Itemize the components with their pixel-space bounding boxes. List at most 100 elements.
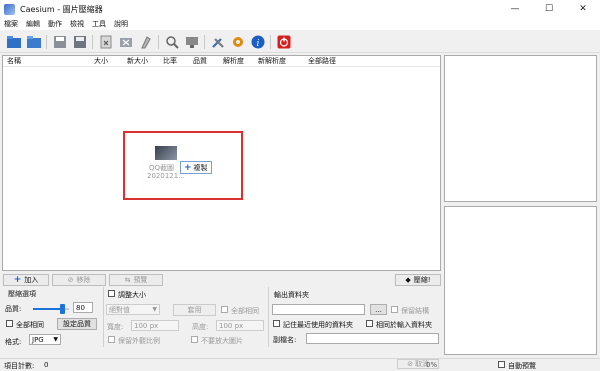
- set-quality-button[interactable]: 設定品質: [57, 318, 97, 330]
- remove-button-label: 移除: [76, 275, 91, 284]
- quality-label: 品質:: [5, 305, 22, 313]
- maximize-button[interactable]: ☐: [532, 0, 566, 18]
- resize-same-all-label: 全部相同: [231, 307, 259, 315]
- file-list[interactable]: 名稱 大小 新大小 比率 品質 解析度 新解析度 全部路徑 QQ截圖 20201…: [2, 55, 441, 271]
- column-name[interactable]: 名稱: [3, 56, 90, 66]
- resize-mode-value: 絕對值: [109, 305, 130, 314]
- settings-gear-icon[interactable]: [230, 34, 246, 50]
- status-bar: 項目計數: 0 ⊘ 取消 0% 自動預覽: [0, 358, 600, 371]
- compress-icon: ◆: [405, 275, 411, 284]
- same-as-input-checkbox[interactable]: [366, 320, 373, 327]
- close-button[interactable]: ✕: [566, 0, 600, 18]
- search-icon[interactable]: [164, 34, 180, 50]
- suffix-label: 副檔名:: [273, 336, 297, 344]
- quality-slider[interactable]: [33, 304, 69, 314]
- menu-help[interactable]: 說明: [114, 19, 128, 29]
- menu-view[interactable]: 檢視: [70, 19, 84, 29]
- add-icon: +: [13, 274, 22, 285]
- progress-text: 0%: [426, 361, 438, 369]
- divider: [268, 287, 269, 347]
- quality-slider-fill: [33, 308, 62, 310]
- suffix-input[interactable]: [306, 333, 439, 344]
- preview-button[interactable]: ⇆ 預覽: [109, 273, 163, 286]
- title-bar: Caesium - 圖片壓縮器 — ☐ ✕: [0, 0, 600, 18]
- action-bar: + 加入 ⊘ 移除 ⇆ 預覽 ◆ 壓縮!: [0, 273, 443, 286]
- height-label: 高度:: [192, 323, 209, 331]
- list-header: 名稱 大小 新大小 比率 品質 解析度 新解析度 全部路徑: [3, 56, 440, 67]
- column-new-resolution[interactable]: 新解析度: [254, 56, 304, 66]
- window-title: Caesium - 圖片壓縮器: [20, 4, 103, 14]
- preview-button-label: 預覽: [133, 275, 148, 284]
- no-enlarge-checkbox[interactable]: [191, 336, 198, 343]
- quality-same-all-checkbox[interactable]: [6, 320, 13, 327]
- keep-structure-checkbox[interactable]: [391, 306, 398, 313]
- quality-input[interactable]: 80: [73, 302, 93, 313]
- toolbar-separator: [204, 34, 205, 49]
- format-value: JPG: [32, 335, 44, 344]
- divider: [103, 287, 104, 347]
- clean-icon[interactable]: [138, 34, 154, 50]
- tools-icon[interactable]: [210, 34, 226, 50]
- drag-highlight-box: QQ截圖 2020121... + 複製: [123, 131, 243, 200]
- width-input[interactable]: 100 px: [131, 320, 179, 331]
- minimize-button[interactable]: —: [498, 0, 532, 18]
- clear-list-icon[interactable]: [118, 34, 134, 50]
- toolbar: i: [0, 31, 600, 53]
- window-controls: — ☐ ✕: [498, 0, 600, 18]
- compress-button[interactable]: ◆ 壓縮!: [395, 273, 441, 286]
- cancel-icon: ⊘: [407, 360, 413, 368]
- column-new-size[interactable]: 新大小: [123, 56, 159, 66]
- app-icon: [4, 3, 15, 15]
- column-size[interactable]: 大小: [90, 56, 123, 66]
- open-folder-icon[interactable]: [26, 34, 42, 50]
- output-path-input[interactable]: [272, 304, 365, 315]
- column-resolution[interactable]: 解析度: [219, 56, 254, 66]
- height-input[interactable]: 100 px: [216, 320, 264, 331]
- keep-ratio-checkbox[interactable]: [108, 336, 115, 343]
- resize-checkbox-label: 調整大小: [118, 291, 146, 299]
- item-count-label: 項目計數:: [4, 362, 35, 370]
- chevron-down-icon: ▼: [152, 306, 157, 313]
- resize-checkbox[interactable]: [108, 290, 115, 297]
- save-icon[interactable]: [52, 34, 68, 50]
- auto-preview-label: 自動預覽: [508, 362, 536, 370]
- menu-bar: 檔案 編輯 動作 檢視 工具 說明: [0, 18, 600, 30]
- menu-tools[interactable]: 工具: [92, 19, 106, 29]
- width-label: 寬度:: [107, 323, 124, 331]
- same-as-input-label: 相同於輸入資料夾: [376, 321, 432, 329]
- remove-icon[interactable]: [98, 34, 114, 50]
- menu-action[interactable]: 動作: [48, 19, 62, 29]
- add-button[interactable]: + 加入: [3, 273, 49, 286]
- preview-icon: ⇆: [124, 275, 131, 284]
- menu-edit[interactable]: 編輯: [26, 19, 40, 29]
- remove-button[interactable]: ⊘ 移除: [52, 273, 106, 286]
- output-group-label: 輸出資料夾: [274, 291, 309, 299]
- remember-last-folder-label: 記住最近使用的資料夾: [283, 321, 353, 329]
- auto-preview-checkbox[interactable]: [498, 361, 505, 368]
- apply-resize-button[interactable]: 套用: [173, 304, 216, 316]
- column-quality[interactable]: 品質: [189, 56, 219, 66]
- format-select[interactable]: JPG ▼: [29, 334, 61, 345]
- power-icon[interactable]: [276, 34, 292, 50]
- keep-structure-label: 保留結構: [401, 307, 429, 315]
- remember-last-folder-checkbox[interactable]: [273, 320, 280, 327]
- compress-button-label: 壓縮!: [413, 275, 431, 284]
- save-all-icon[interactable]: [72, 34, 88, 50]
- toolbar-separator: [270, 34, 271, 49]
- browse-button[interactable]: ...: [370, 304, 387, 315]
- quality-same-all-label: 全部相同: [16, 321, 44, 329]
- info-icon[interactable]: i: [250, 34, 266, 50]
- resize-mode-select[interactable]: 絕對值 ▼: [106, 304, 160, 315]
- open-file-icon[interactable]: [6, 34, 22, 50]
- monitor-icon[interactable]: [184, 34, 200, 50]
- keep-ratio-label: 保留外觀比例: [118, 337, 160, 345]
- add-button-label: 加入: [24, 275, 39, 284]
- quality-slider-thumb[interactable]: [60, 304, 65, 314]
- column-ratio[interactable]: 比率: [159, 56, 189, 66]
- item-count-value: 0: [44, 361, 49, 369]
- menu-file[interactable]: 檔案: [4, 19, 18, 29]
- copy-tooltip: + 複製: [180, 161, 212, 174]
- no-enlarge-label: 不要放大圖片: [201, 337, 243, 345]
- resize-same-all-checkbox[interactable]: [221, 306, 228, 313]
- column-full-path[interactable]: 全部路徑: [304, 56, 364, 66]
